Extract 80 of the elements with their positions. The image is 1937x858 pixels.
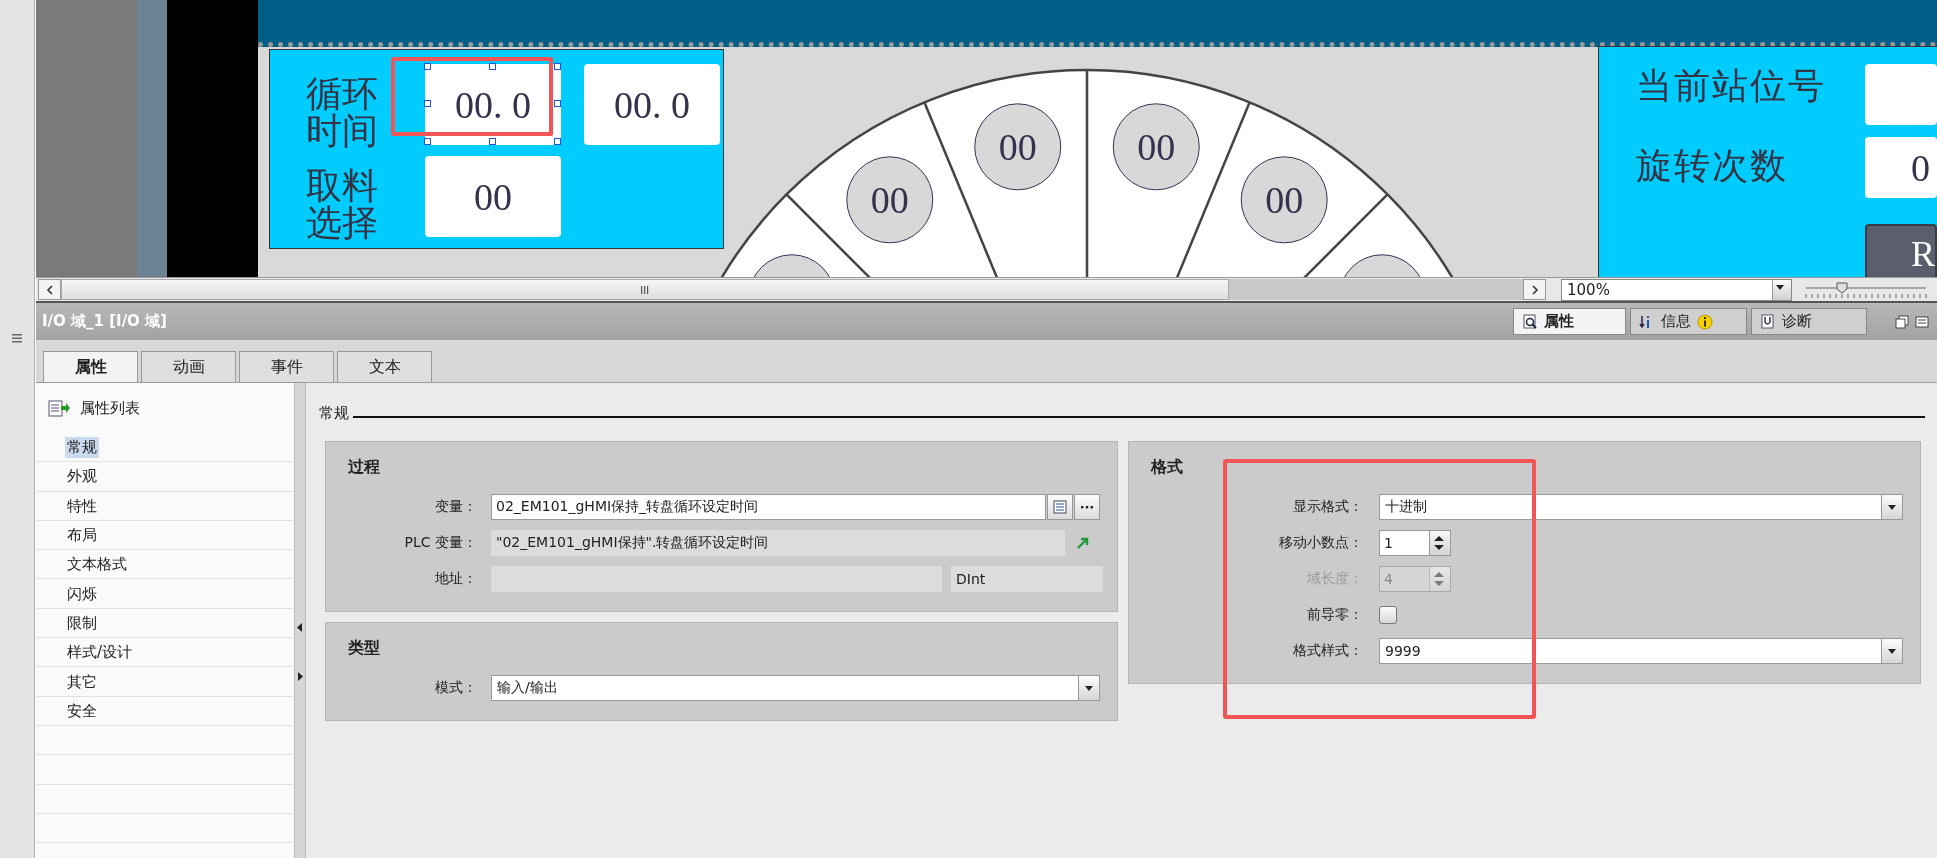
- slot-value: 00: [1265, 178, 1304, 221]
- field-label: 模式：: [434, 679, 477, 697]
- screen-button[interactable]: R: [1865, 224, 1937, 277]
- sidebar-item[interactable]: 常规: [65, 437, 99, 459]
- sidebar-item[interactable]: 特性: [65, 495, 99, 517]
- selection-handle[interactable]: [424, 63, 431, 70]
- checkbox[interactable]: [1379, 606, 1397, 624]
- slot-value: 00: [998, 125, 1037, 168]
- selection-handle[interactable]: [489, 63, 496, 70]
- more-button[interactable]: [1074, 494, 1100, 520]
- view-tab[interactable]: 诊断: [1751, 308, 1867, 335]
- tab[interactable]: 动画: [141, 351, 236, 382]
- io-field[interactable]: [1865, 64, 1937, 125]
- field-label: PLC 变量：: [403, 534, 477, 552]
- readonly-field: "02_EM101_gHMI保持".转盘循环设定时间: [491, 530, 1065, 556]
- group-title: 类型: [348, 637, 380, 659]
- restore-window-icon[interactable]: [1895, 314, 1909, 329]
- spin-field: 4: [1379, 566, 1451, 592]
- selection-handle[interactable]: [554, 100, 561, 107]
- chevron-left-icon: [45, 284, 54, 295]
- zoom-dropdown[interactable]: 100%: [1561, 278, 1792, 301]
- field-label: 旋转次数: [1636, 148, 1788, 185]
- selection-handle[interactable]: [554, 63, 561, 70]
- io-field[interactable]: 00. 0: [584, 64, 720, 145]
- tab[interactable]: 属性: [43, 351, 138, 382]
- sidebar-item[interactable]: 闪烁: [65, 583, 99, 605]
- slot-value: 00: [1137, 125, 1176, 168]
- slider-thumb[interactable]: [1836, 281, 1848, 294]
- search-document-icon: [1522, 313, 1538, 330]
- field-label: 移动小数点：: [1278, 534, 1363, 552]
- tag-list-button[interactable]: [1047, 494, 1073, 520]
- sidebar-item[interactable]: 布局: [65, 525, 99, 547]
- sidebar-item[interactable]: 文本格式: [65, 554, 129, 576]
- scroll-left-button[interactable]: [38, 279, 61, 300]
- io-field[interactable]: 00: [425, 156, 561, 237]
- field-label: 当前站位号: [1636, 68, 1826, 105]
- sidebar-item[interactable]: 样式/设计: [65, 642, 135, 664]
- tag-field[interactable]: 02_EM101_gHMI保持_转盘循环设定时间: [491, 494, 1046, 520]
- dropdown-field[interactable]: 输入/输出: [491, 675, 1100, 701]
- ellipsis-icon: [1080, 504, 1094, 510]
- field-label: 取料选择: [306, 168, 378, 242]
- section-title: 常规: [319, 403, 349, 423]
- field-label: 变量：: [434, 498, 477, 516]
- sidebar-title: 属性列表: [80, 398, 140, 418]
- group-title: 过程: [348, 456, 380, 478]
- sidebar-item[interactable]: 安全: [65, 700, 99, 722]
- io-field[interactable]: 0: [1865, 137, 1937, 198]
- field-label: 前导零：: [1306, 606, 1363, 624]
- left-arrow-icon[interactable]: [297, 623, 303, 632]
- spin-field[interactable]: 1: [1379, 530, 1451, 556]
- selection-handle[interactable]: [489, 138, 496, 145]
- dropdown-field[interactable]: 十进制: [1379, 494, 1903, 520]
- type-field: DInt: [951, 566, 1103, 592]
- field-label: 地址：: [434, 570, 477, 588]
- property-list-icon: [48, 399, 70, 417]
- sidebar-item[interactable]: 其它: [65, 671, 99, 693]
- group-title: 格式: [1151, 456, 1183, 478]
- chevron-right-icon: [1530, 284, 1539, 295]
- field-label: 显示格式：: [1292, 498, 1363, 516]
- sidebar-item[interactable]: 外观: [65, 466, 99, 488]
- grip-icon[interactable]: [11, 333, 23, 343]
- right-arrow-icon[interactable]: [297, 672, 303, 681]
- panel-title: I/O 域_1 [I/O 域]: [42, 312, 168, 331]
- tab[interactable]: 事件: [239, 351, 334, 382]
- sidebar-item[interactable]: 限制: [65, 612, 99, 634]
- slot-value: 00: [870, 178, 909, 221]
- view-tab[interactable]: 属性: [1513, 308, 1626, 335]
- selection-handle[interactable]: [554, 138, 561, 145]
- list-view-icon[interactable]: [1915, 314, 1929, 329]
- field-label: 格式样式：: [1292, 642, 1363, 660]
- selection-handle[interactable]: [424, 138, 431, 145]
- scroll-right-button[interactable]: [1523, 279, 1546, 300]
- scrollbar-thumb[interactable]: [61, 279, 1229, 300]
- list-icon: [1053, 500, 1067, 514]
- field-label: 循环时间: [306, 76, 378, 150]
- selection-handle[interactable]: [424, 100, 431, 107]
- view-tab[interactable]: 信息: [1630, 308, 1747, 335]
- dropdown-field[interactable]: 9999: [1379, 638, 1903, 664]
- grip-icon: [640, 284, 650, 295]
- tab[interactable]: 文本: [337, 351, 432, 382]
